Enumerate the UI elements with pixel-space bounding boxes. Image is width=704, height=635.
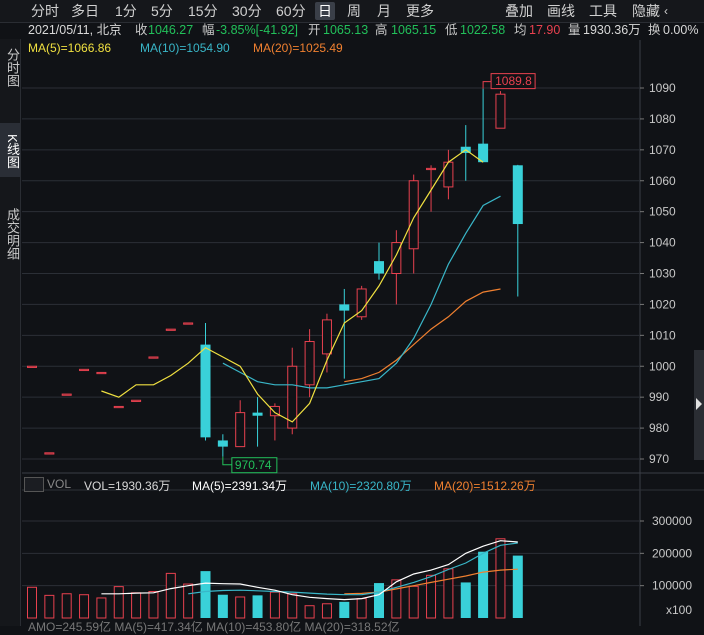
- volume-bar: [443, 568, 454, 619]
- candle-body: [113, 405, 124, 409]
- candle-body: [339, 304, 350, 311]
- candle-body: [443, 161, 454, 188]
- volume-bar: [235, 596, 246, 619]
- vol-indicator-tag[interactable]: VOL: [47, 477, 71, 491]
- candle-body: [304, 341, 315, 386]
- volume-bar: [495, 538, 506, 619]
- candle-body: [408, 180, 419, 250]
- candle-body: [148, 356, 159, 359]
- volume-bar: [217, 594, 228, 618]
- candle-body: [61, 393, 72, 396]
- amo-legend: AMO=245.59亿 MA(5)=417.34亿 MA(10)=453.80亿…: [28, 620, 400, 634]
- vol-legend-value: VOL=1930.36万: [84, 479, 171, 493]
- volume-bar: [304, 605, 315, 619]
- candle-body: [495, 93, 506, 129]
- volume-bar: [165, 572, 176, 619]
- volume-bar: [287, 593, 298, 619]
- candle-body: [165, 328, 176, 331]
- volume-bar: [356, 598, 367, 619]
- candle-body: [183, 322, 194, 325]
- chevron-right-icon: [696, 398, 702, 410]
- vol-legend-ma20: MA(20)=1512.26万: [434, 479, 536, 493]
- volume-bar: [27, 586, 37, 619]
- volume-bar: [391, 579, 402, 619]
- price-tick-label: 1000: [649, 359, 676, 373]
- candle-body: [79, 368, 90, 372]
- vol-legend-ma10: MA(10)=2320.80万: [310, 479, 412, 493]
- candle-body: [27, 365, 37, 368]
- volume-bar: [478, 551, 489, 618]
- volume-bar: [460, 582, 471, 618]
- volume-bar: [269, 591, 280, 619]
- price-tick-label: 1080: [649, 112, 676, 126]
- volume-unit-label: x100: [666, 603, 692, 617]
- volume-bar: [321, 603, 332, 619]
- candle-body: [426, 167, 437, 171]
- volume-bar: [252, 595, 263, 618]
- price-tick-label: 1040: [649, 236, 676, 250]
- volume-bar: [183, 583, 194, 619]
- price-tick-label: 1090: [649, 81, 676, 95]
- kline-chart[interactable]: 1090 1080 1070 1060 1050 1040 1030 1020 1010 1000…: [0, 0, 704, 626]
- price-tick-label: 1020: [649, 297, 676, 311]
- vol-settings-button[interactable]: [24, 477, 44, 492]
- volume-bar: [44, 594, 55, 619]
- volume-bar: [61, 593, 72, 619]
- price-tick-label: 1070: [649, 143, 676, 157]
- low-marker-line: [222, 456, 232, 466]
- candle-body: [96, 371, 107, 375]
- candle-body: [200, 344, 211, 438]
- price-tick-label: 1060: [649, 174, 676, 188]
- low-marker-label: 970.74: [235, 458, 272, 472]
- volume-bar: [339, 601, 350, 618]
- candle-body: [131, 399, 142, 402]
- volume-tick-label: 200000: [652, 546, 692, 560]
- candle-body: [321, 319, 332, 355]
- volume-bar: [148, 590, 159, 619]
- high-marker-label: 1089.8: [495, 74, 532, 88]
- volume-bar: [512, 555, 523, 618]
- volume-bar: [113, 586, 124, 619]
- candle-body: [374, 261, 384, 274]
- price-tick-label: 970: [649, 452, 669, 466]
- candle-body: [512, 165, 523, 225]
- volume-bar: [96, 597, 107, 619]
- volume-tick-label: 100000: [652, 579, 692, 593]
- volume-bar: [79, 594, 90, 619]
- vol-ma5-line: [101, 540, 518, 601]
- volume-bar: [131, 592, 142, 619]
- vol-legend-ma5: MA(5)=2391.34万: [192, 479, 288, 493]
- price-tick-label: 980: [649, 421, 669, 435]
- candle-body: [252, 412, 263, 416]
- candle-body: [235, 412, 246, 448]
- candle-body: [44, 452, 55, 455]
- price-tick-label: 1050: [649, 205, 676, 219]
- volume-bar: [200, 571, 211, 618]
- volume-tick-label: 300000: [652, 514, 692, 528]
- price-tick-label: 1030: [649, 267, 676, 281]
- price-tick-label: 990: [649, 390, 669, 404]
- volume-bar: [374, 583, 384, 618]
- expand-panel-button[interactable]: [694, 350, 704, 460]
- candle-body: [217, 440, 228, 447]
- volume-bar: [408, 585, 419, 619]
- price-tick-label: 1010: [649, 328, 676, 342]
